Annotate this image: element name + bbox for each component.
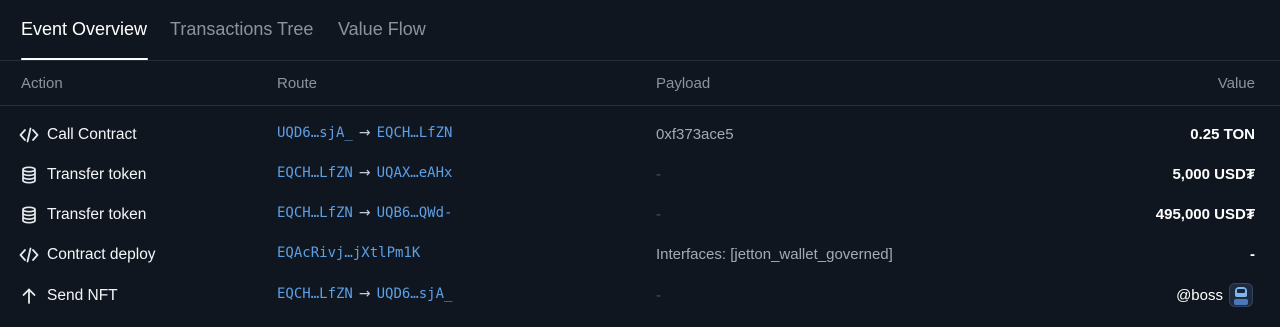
nft-name[interactable]: @boss	[1176, 287, 1223, 304]
route-to-address[interactable]: EQCH…LfZN	[377, 125, 453, 141]
payload: -	[656, 166, 661, 183]
payload: -	[656, 206, 661, 223]
column-header-value: Value	[1217, 75, 1255, 92]
route: EQCH…LfZN → UQD6…sjA_	[277, 286, 452, 302]
payload: Interfaces: [jetton_wallet_governed]	[656, 246, 893, 263]
value: 5,000 USD₮	[1172, 166, 1255, 183]
route-from-address[interactable]: UQD6…sjA_	[277, 125, 353, 141]
table-row: Contract deploy EQAcRivj…jXtlPm1K Interf…	[0, 235, 1280, 275]
action-label: Transfer token	[47, 206, 147, 223]
route-arrow-icon: →	[358, 286, 371, 302]
value: 0.25 TON	[1190, 126, 1255, 143]
route: UQD6…sjA_ → EQCH…LfZN	[277, 125, 452, 141]
route: EQCH…LfZN → UQB6…QWd-	[277, 205, 452, 221]
column-header-action: Action	[21, 75, 63, 92]
route-arrow-icon: →	[358, 165, 371, 181]
column-header-route: Route	[277, 75, 318, 92]
table-row: Send NFT EQCH…LfZN → UQD6…sjA_ - @boss	[0, 276, 1280, 316]
route-arrow-icon: →	[358, 205, 371, 221]
tab-bar: Event Overview Transactions Tree Value F…	[0, 0, 1280, 61]
route-from-address[interactable]: EQCH…LfZN	[277, 205, 353, 221]
action-label: Send NFT	[47, 287, 118, 304]
tab-transactions-tree[interactable]: Transactions Tree	[170, 18, 313, 60]
code-icon	[19, 126, 39, 144]
column-header-payload: Payload	[656, 75, 711, 92]
arrow-up-icon	[19, 287, 39, 305]
action-label: Transfer token	[47, 166, 147, 183]
route-from-address[interactable]: EQCH…LfZN	[277, 286, 353, 302]
route-arrow-icon: →	[358, 125, 371, 141]
route-to-address[interactable]: UQB6…QWd-	[377, 205, 453, 221]
value: 495,000 USD₮	[1155, 206, 1255, 223]
action-label: Call Contract	[47, 126, 137, 143]
route-to-address[interactable]: UQD6…sjA_	[377, 286, 453, 302]
database-icon	[19, 166, 39, 184]
code-icon	[19, 246, 39, 264]
route-to-address[interactable]: UQAX…eAHx	[377, 165, 453, 181]
action-label: Contract deploy	[47, 246, 156, 263]
table-row: Transfer token EQCH…LfZN → UQAX…eAHx - 5,0…	[0, 155, 1280, 195]
route: EQCH…LfZN → UQAX…eAHx	[277, 165, 452, 181]
tab-event-overview[interactable]: Event Overview	[21, 18, 148, 60]
payload: -	[656, 287, 661, 304]
database-icon	[19, 206, 39, 224]
table-row: Transfer token EQCH…LfZN → UQB6…QWd- - 495…	[0, 195, 1280, 235]
tab-value-flow[interactable]: Value Flow	[338, 18, 426, 60]
table-header: Action Route Payload Value	[0, 61, 1280, 106]
value: -	[1250, 246, 1255, 263]
nft-avatar[interactable]	[1229, 283, 1253, 307]
contract-address[interactable]: EQAcRivj…jXtlPm1K	[277, 245, 420, 261]
payload: 0xf373ace5	[656, 126, 734, 143]
table-row: Call Contract UQD6…sjA_ → EQCH…LfZN 0xf373…	[0, 115, 1280, 155]
route-from-address[interactable]: EQCH…LfZN	[277, 165, 353, 181]
route: EQAcRivj…jXtlPm1K	[277, 245, 420, 261]
robot-visor	[1237, 289, 1245, 293]
robot-body	[1234, 299, 1248, 305]
